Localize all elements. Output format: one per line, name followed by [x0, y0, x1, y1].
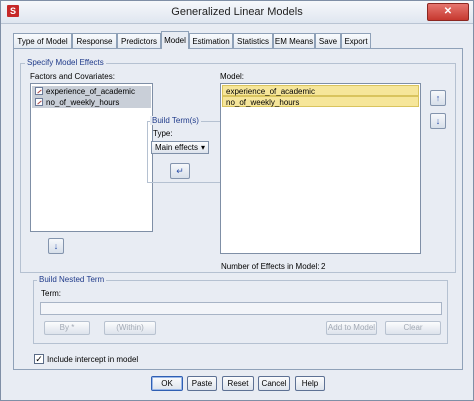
include-intercept-label: Include intercept in model [47, 355, 139, 364]
tab-em-means[interactable]: EM Means [273, 33, 315, 48]
list-item[interactable]: no_of_weekly_hours [32, 97, 151, 108]
within-button[interactable]: (Within) [104, 321, 156, 335]
tab-save[interactable]: Save [315, 33, 341, 48]
term-field[interactable] [40, 302, 442, 315]
window-title: Generalized Linear Models [171, 6, 303, 18]
tab-estimation[interactable]: Estimation [189, 33, 233, 48]
title-bar: S Generalized Linear Models ✕ [1, 1, 473, 24]
chevron-down-icon: ▾ [200, 143, 205, 152]
model-list[interactable]: experience_of_academic no_of_weekly_hour… [220, 83, 421, 254]
ok-button[interactable]: OK [151, 376, 183, 391]
close-button[interactable]: ✕ [427, 3, 469, 21]
effects-count-value: 2 [321, 262, 326, 271]
cancel-button[interactable]: Cancel [258, 376, 290, 391]
tab-model[interactable]: Model [161, 31, 189, 49]
specify-model-effects-label: Specify Model Effects [25, 58, 106, 67]
list-item[interactable]: experience_of_academic [222, 85, 419, 96]
by-button[interactable]: By * [44, 321, 90, 335]
dialog-window: S Generalized Linear Models ✕ Type of Mo… [0, 0, 474, 401]
effects-count-label: Number of Effects in Model: [221, 262, 320, 271]
scale-variable-icon [35, 98, 43, 106]
model-panel: Specify Model Effects Factors and Covari… [13, 48, 463, 370]
tab-export[interactable]: Export [341, 33, 371, 48]
include-intercept-checkbox[interactable]: ✓ [34, 354, 44, 364]
tab-predictors[interactable]: Predictors [117, 33, 161, 48]
tab-statistics[interactable]: Statistics [233, 33, 273, 48]
build-nested-term-label: Build Nested Term [37, 275, 107, 284]
list-item[interactable]: no_of_weekly_hours [222, 96, 419, 107]
move-variable-down-button[interactable]: ↓ [48, 238, 64, 254]
add-to-model-button[interactable]: Add to Model [326, 321, 377, 335]
build-terms-label: Build Term(s) [150, 116, 201, 125]
paste-button[interactable]: Paste [187, 376, 217, 391]
factors-label: Factors and Covariates: [30, 72, 115, 81]
reset-button[interactable]: Reset [222, 376, 254, 391]
add-term-arrow-button[interactable]: ↵ [170, 163, 190, 179]
type-label: Type: [153, 129, 173, 138]
clear-button[interactable]: Clear [385, 321, 441, 335]
factors-list[interactable]: experience_of_academic no_of_weekly_hour… [30, 83, 153, 232]
tab-response[interactable]: Response [72, 33, 117, 48]
tab-type-of-model[interactable]: Type of Model [13, 33, 72, 48]
list-item[interactable]: experience_of_academic [32, 86, 151, 97]
button-bar: OK Paste Reset Cancel Help [1, 370, 473, 400]
move-down-button[interactable]: ↓ [430, 113, 446, 129]
model-label: Model: [220, 72, 245, 81]
scale-variable-icon [35, 87, 43, 95]
help-button[interactable]: Help [295, 376, 325, 391]
type-select[interactable]: Main effects ▾ [151, 141, 209, 154]
move-up-button[interactable]: ↑ [430, 90, 446, 106]
term-label: Term: [41, 289, 61, 298]
